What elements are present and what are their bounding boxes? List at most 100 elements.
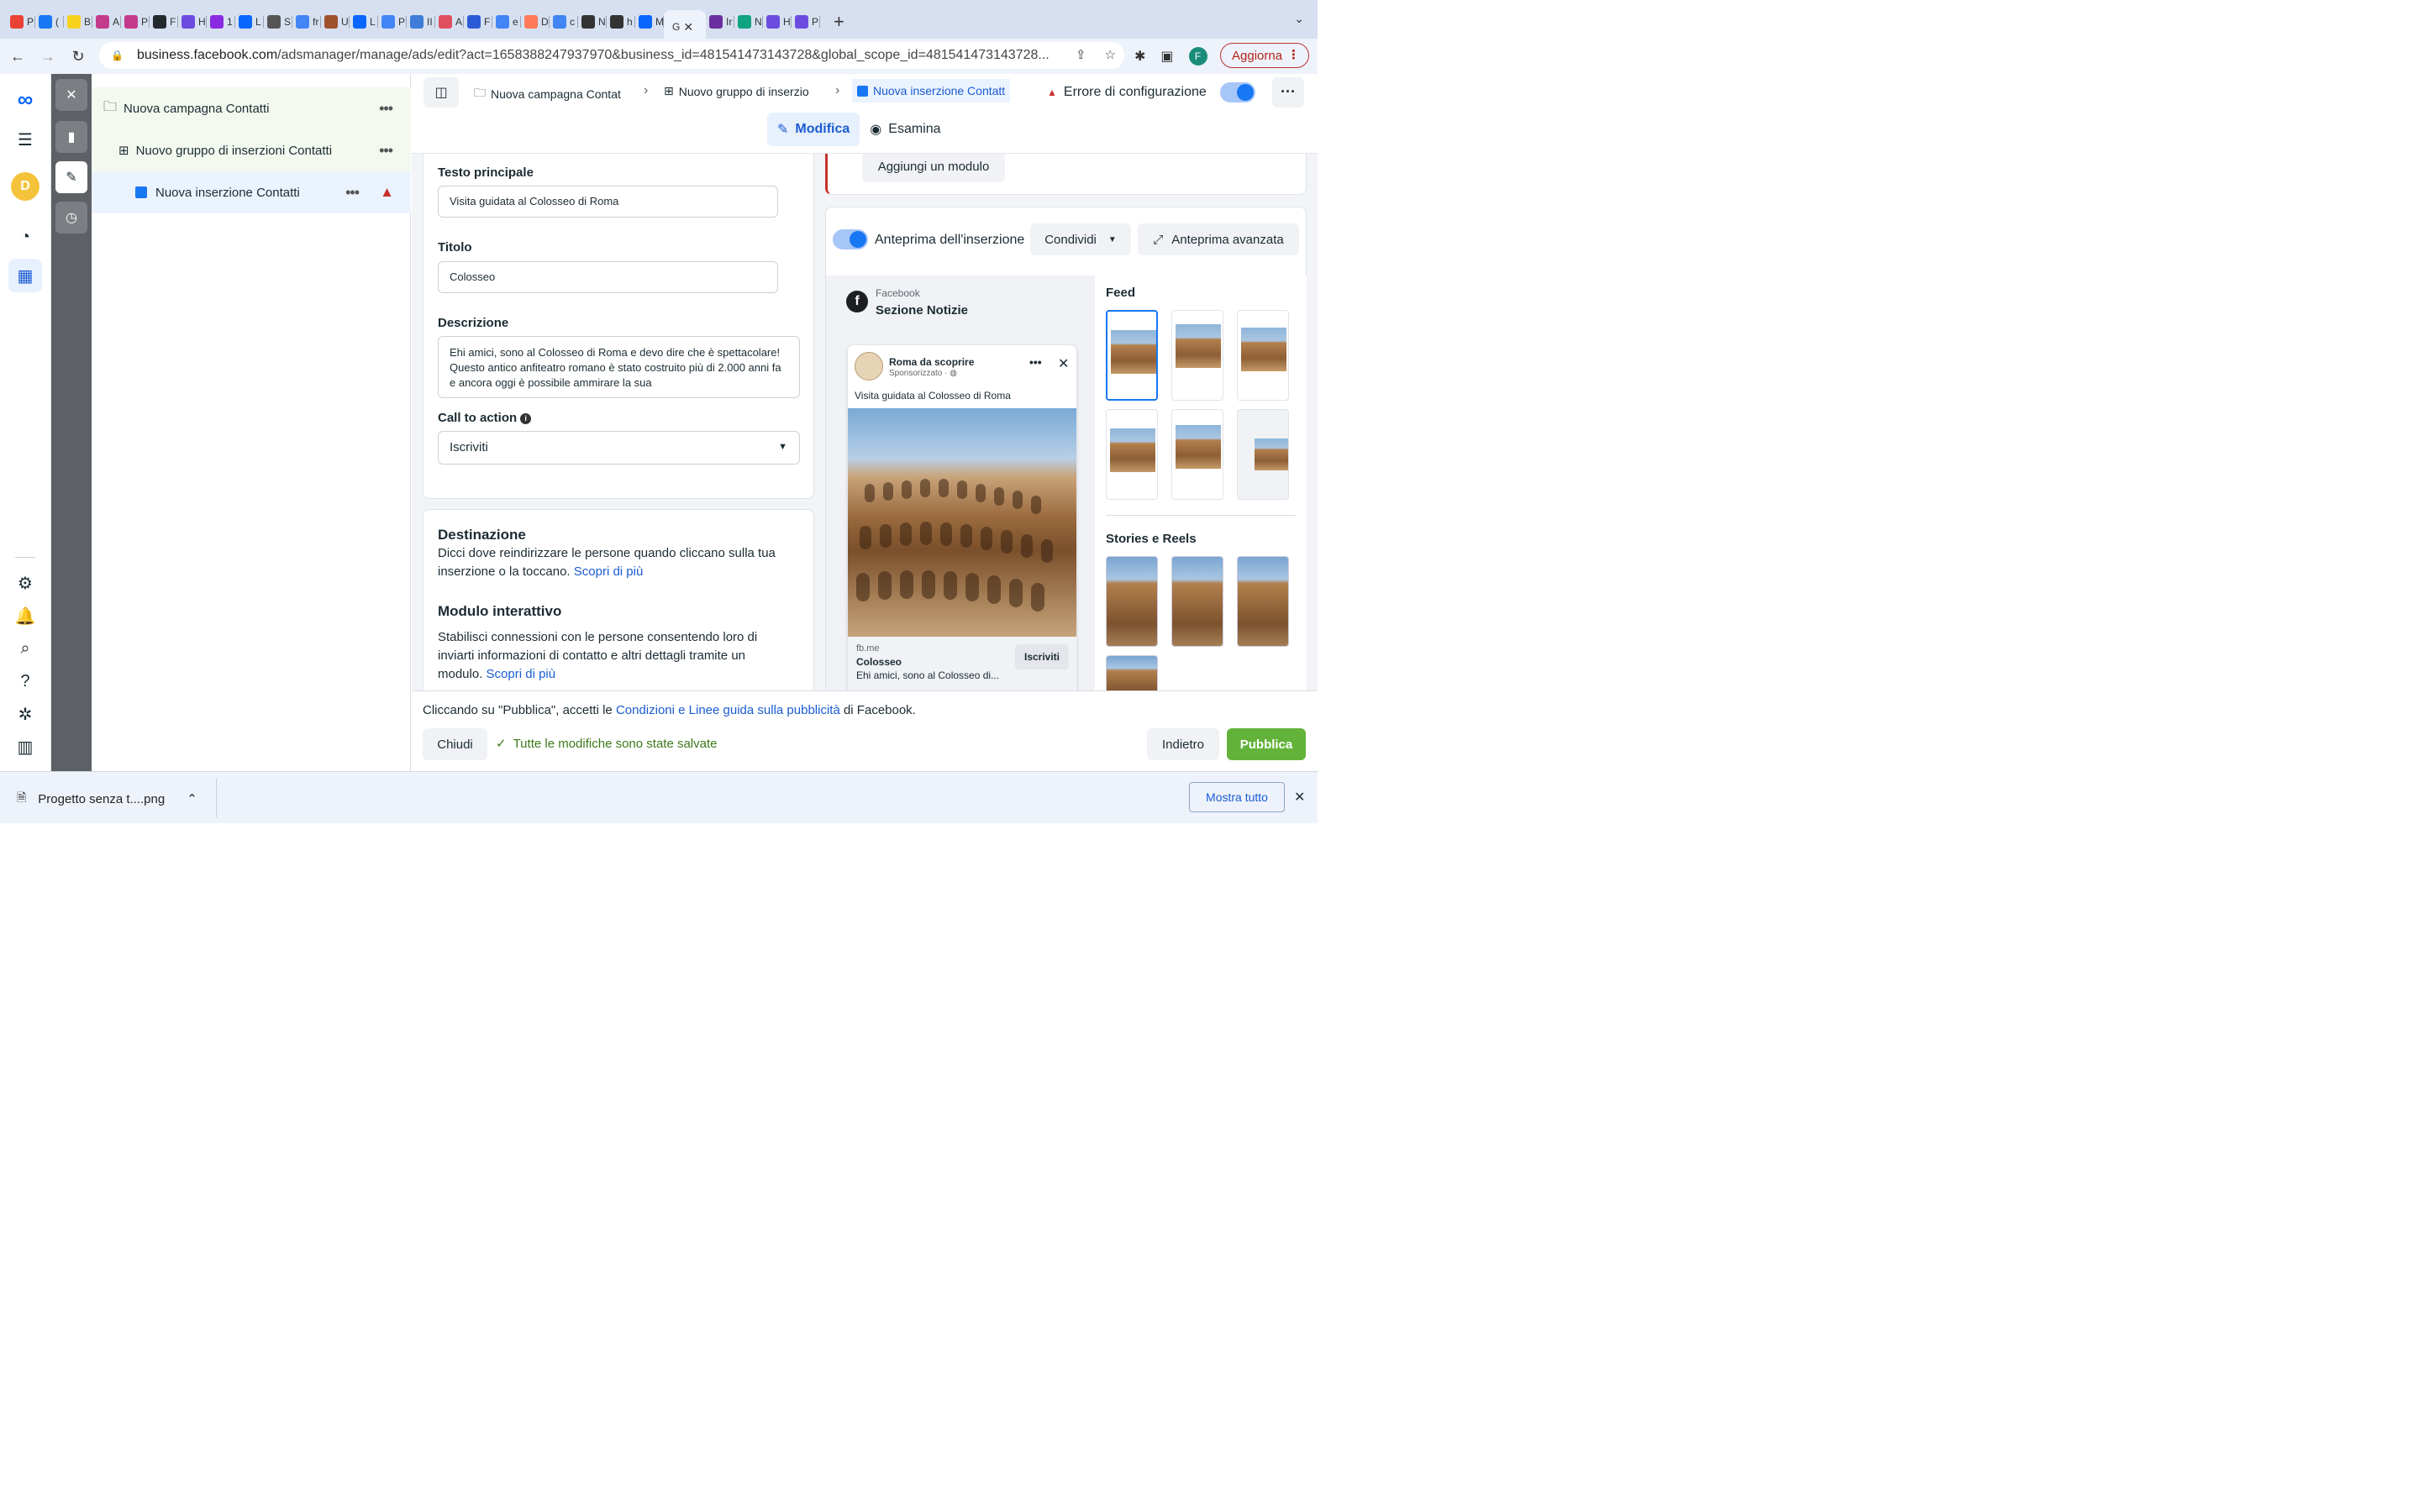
config-error-status[interactable]: ▲ Errore di configurazione — [1047, 85, 1207, 100]
post-close-icon[interactable]: ✕ — [1058, 355, 1069, 372]
notifications-bell-icon[interactable]: 🔔 — [8, 599, 42, 633]
browser-tab[interactable]: P — [7, 8, 35, 36]
toggle-panel-icon[interactable]: ◫ — [424, 77, 459, 108]
browser-tab[interactable]: P — [792, 8, 820, 36]
cta-select[interactable]: Iscriviti ▼ — [438, 431, 800, 465]
feed-placement-thumbnail[interactable] — [1171, 310, 1223, 401]
browser-menu-icon[interactable]: ⋮ — [1287, 47, 1300, 62]
tab-review[interactable]: ◉ Esamina — [860, 113, 950, 146]
info-icon[interactable]: i — [520, 413, 532, 424]
ad-status-toggle[interactable] — [1220, 82, 1255, 102]
primary-text-input[interactable]: Visita guidata al Colosseo di Roma — [438, 186, 778, 218]
browser-tab[interactable]: fr — [292, 8, 321, 36]
feed-placement-thumbnail[interactable] — [1237, 310, 1289, 401]
breadcrumb-campaign[interactable]: 🗀 Nuova campagna Contat — [474, 84, 621, 104]
browser-tab[interactable]: P — [121, 8, 150, 36]
browser-tab[interactable]: N — [734, 8, 763, 36]
show-all-downloads-button[interactable]: Mostra tutto — [1189, 782, 1285, 812]
bookmark-star-icon[interactable]: ☆ — [1105, 47, 1116, 62]
browser-tab[interactable]: h — [607, 8, 635, 36]
settings-gear-icon[interactable]: ⚙ — [8, 566, 42, 600]
story-placement-thumbnail[interactable] — [1106, 556, 1158, 647]
bug-report-icon[interactable]: ✲ — [8, 697, 42, 731]
close-editor-icon[interactable]: ✕ — [55, 79, 87, 111]
story-placement-thumbnail[interactable] — [1237, 556, 1289, 647]
browser-tab[interactable]: H — [763, 8, 792, 36]
share-icon[interactable]: ⇪ — [1076, 47, 1086, 62]
update-button[interactable]: Aggiorna ⋮ — [1220, 43, 1309, 68]
help-icon[interactable]: ? — [8, 664, 42, 698]
adset-more-icon[interactable]: ••• — [379, 142, 393, 160]
destination-learn-more-link[interactable]: Scopri di più — [574, 564, 644, 579]
account-avatar[interactable]: D — [8, 170, 42, 203]
reload-icon[interactable]: ↻ — [66, 48, 91, 66]
close-downloads-icon[interactable]: ✕ — [1294, 789, 1305, 806]
back-arrow-icon[interactable]: ← — [5, 48, 30, 66]
browser-tab[interactable]: P — [378, 8, 407, 36]
feed-placement-thumbnail[interactable] — [1171, 409, 1223, 500]
share-dropdown-button[interactable]: Condividi ▼ — [1030, 223, 1131, 255]
back-button[interactable]: Indietro — [1147, 728, 1219, 760]
tree-item-adset[interactable]: ⊞ Nuovo gruppo di inserzioni Contatti ••… — [92, 129, 411, 171]
browser-tab[interactable]: L — [235, 8, 264, 36]
hamburger-menu-icon[interactable]: ☰ — [8, 123, 42, 156]
publish-button[interactable]: Pubblica — [1227, 728, 1306, 760]
story-placement-thumbnail[interactable] — [1171, 556, 1223, 647]
browser-tab[interactable]: A — [92, 8, 121, 36]
story-placement-thumbnail[interactable] — [1106, 655, 1158, 690]
browser-tab[interactable]: N — [578, 8, 607, 36]
breadcrumb-adset[interactable]: ⊞ Nuovo gruppo di inserzio — [664, 84, 809, 98]
tree-item-ad[interactable]: Nuova inserzione Contatti ••• ▲ — [92, 171, 411, 213]
close-button[interactable]: Chiudi — [423, 728, 487, 760]
forward-arrow-icon[interactable]: → — [35, 48, 60, 66]
tab-search-icon[interactable]: ⌄ — [1294, 12, 1304, 26]
browser-tab[interactable]: B — [64, 8, 92, 36]
address-bar[interactable]: 🔒 business.facebook.com/adsmanager/manag… — [99, 42, 1124, 69]
description-textarea[interactable]: Ehi amici, sono al Colosseo di Roma e de… — [438, 336, 800, 398]
instant-form-learn-more-link[interactable]: Scopri di più — [487, 667, 556, 681]
post-more-icon[interactable]: ••• — [1029, 355, 1042, 369]
charts-icon[interactable]: ▮ — [55, 121, 87, 153]
close-tab-icon[interactable]: ✕ — [683, 20, 693, 34]
browser-tab[interactable]: e — [492, 8, 521, 36]
browser-tab[interactable]: H — [178, 8, 207, 36]
browser-tab[interactable]: F — [150, 8, 178, 36]
meta-logo-icon[interactable]: ∞ — [8, 82, 42, 116]
browser-tab[interactable]: F — [464, 8, 492, 36]
edit-pencil-icon[interactable]: ✎ — [55, 161, 87, 193]
feed-placement-thumbnail[interactable] — [1106, 409, 1158, 500]
download-item[interactable]: 🗎 Progetto senza t....png ⌃ — [17, 789, 197, 809]
browser-tab[interactable]: M — [635, 8, 664, 36]
browser-tab[interactable]: II — [407, 8, 435, 36]
advanced-preview-button[interactable]: ⤢ Anteprima avanzata — [1138, 223, 1299, 255]
campaigns-table-icon[interactable]: ▦ — [8, 259, 42, 292]
preview-toggle[interactable] — [833, 229, 868, 249]
browser-tab[interactable]: Ir — [706, 8, 734, 36]
headline-input[interactable]: Colosseo — [438, 261, 778, 293]
extensions-icon[interactable]: ✱ — [1134, 48, 1145, 65]
feed-placement-thumbnail[interactable] — [1237, 409, 1289, 500]
campaign-more-icon[interactable]: ••• — [379, 100, 393, 118]
browser-tab[interactable]: A — [435, 8, 464, 36]
browser-tab[interactable]: U — [321, 8, 350, 36]
panel-layout-icon[interactable]: ▥ — [8, 730, 42, 764]
browser-tab[interactable]: L — [350, 8, 378, 36]
tab-edit[interactable]: ✎ Modifica — [767, 113, 860, 146]
terms-link[interactable]: Condizioni e Linee guida sulla pubblicit… — [616, 703, 840, 717]
chevron-up-icon[interactable]: ⌃ — [187, 791, 197, 806]
feed-placement-thumbnail[interactable] — [1106, 310, 1158, 401]
browser-tab[interactable]: D — [521, 8, 550, 36]
browser-tab[interactable]: c — [550, 8, 578, 36]
tree-item-campaign[interactable]: 🗀 Nuova campagna Contatti ••• — [92, 87, 411, 129]
browser-tab[interactable]: ( — [35, 8, 64, 36]
post-cta-button[interactable]: Iscriviti — [1015, 644, 1069, 669]
ad-more-icon[interactable]: ••• — [345, 184, 360, 202]
history-clock-icon[interactable]: ◷ — [55, 202, 87, 234]
profile-avatar[interactable]: F — [1188, 47, 1207, 66]
breadcrumb-ad[interactable]: Nuova inserzione Contatt — [852, 79, 1011, 102]
browser-tab[interactable]: 1 — [207, 8, 235, 36]
search-icon[interactable]: ⌕ — [8, 632, 42, 665]
add-module-button[interactable]: Aggiungi un modulo — [862, 150, 1005, 182]
side-panel-icon[interactable]: ▣ — [1160, 48, 1173, 65]
new-tab-button[interactable]: + — [834, 11, 844, 33]
